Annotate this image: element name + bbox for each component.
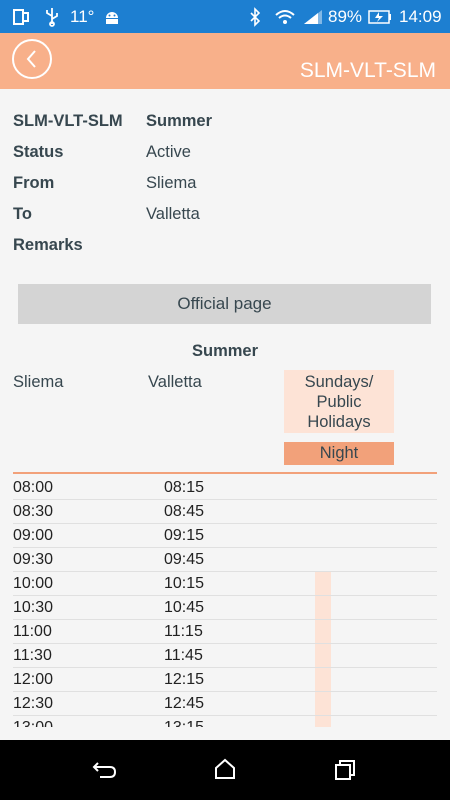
info-key-status: Status [13, 143, 64, 161]
arrival-time: 11:45 [164, 647, 203, 664]
sim-icon [12, 0, 30, 33]
app-bar: SLM-VLT-SLM [0, 33, 450, 89]
temperature-text: 11° [70, 6, 95, 26]
departure-time: 10:30 [13, 599, 54, 616]
arrival-time: 08:45 [164, 503, 205, 520]
arrival-time: 10:45 [164, 599, 205, 616]
home-icon[interactable] [213, 757, 237, 781]
arrival-time: 12:45 [164, 695, 205, 712]
official-page-button[interactable]: Official page [18, 284, 431, 324]
departure-time: 09:30 [13, 551, 54, 568]
departure-time: 12:30 [13, 695, 54, 712]
table-row: 09:30 09:45 [0, 548, 450, 572]
schedule-title: Summer [191, 342, 259, 360]
android-icon [103, 0, 121, 33]
arrival-time: 13:15 [164, 719, 204, 727]
sundays-label-line: Holidays [307, 412, 371, 431]
column-header-from: Sliema [13, 373, 64, 391]
battery-percent: 89% [328, 6, 363, 26]
clock-text: 14:09 [399, 6, 442, 26]
table-row: 08:00 08:15 [0, 476, 450, 500]
departure-time: 11:30 [13, 647, 52, 664]
schedule-divider [13, 472, 437, 474]
back-button[interactable] [12, 39, 52, 79]
info-key-to: To [13, 205, 32, 223]
arrival-time: 11:15 [164, 623, 203, 640]
table-row: 10:00 10:15 [0, 572, 450, 596]
table-row: 12:30 12:45 [0, 692, 450, 716]
info-key-route: SLM-VLT-SLM [13, 112, 123, 130]
recent-apps-icon[interactable] [333, 758, 357, 782]
navigation-bar [0, 740, 450, 800]
status-bar: 11° 89% 14:09 [0, 0, 450, 33]
info-key-remarks: Remarks [13, 236, 83, 254]
table-row: 08:30 08:45 [0, 500, 450, 524]
info-key-from: From [13, 174, 55, 192]
departure-time: 08:30 [13, 503, 54, 520]
timetable-list[interactable]: 08:00 08:15 08:30 08:45 09:00 09:15 09:30 09… [0, 476, 450, 727]
info-value-season: Summer [146, 112, 213, 130]
info-value-from: Sliema [146, 174, 197, 192]
info-value-status: Active [146, 143, 191, 161]
table-row: 10:30 10:45 [0, 596, 450, 620]
battery-charging-icon [368, 0, 392, 33]
bluetooth-icon [249, 0, 261, 33]
wifi-icon [274, 0, 296, 33]
info-value-to: Valletta [146, 205, 200, 223]
departure-time: 11:00 [13, 623, 52, 640]
departure-time: 12:00 [13, 671, 54, 688]
arrival-time: 12:15 [164, 671, 205, 688]
departure-time: 09:00 [13, 527, 54, 544]
sundays-holidays-header: Sundays/ Public Holidays [284, 370, 394, 433]
arrival-time: 09:15 [164, 527, 205, 544]
table-row: 09:00 09:15 [0, 524, 450, 548]
table-row: 11:00 11:15 [0, 620, 450, 644]
signal-icon [302, 0, 324, 33]
sundays-label-line: Public [316, 392, 362, 411]
arrival-time: 08:15 [164, 479, 205, 496]
table-row: 13:00 13:15 [0, 716, 450, 727]
sundays-label-line: Sundays/ [304, 372, 374, 391]
arrival-time: 10:15 [164, 575, 205, 592]
usb-icon [44, 0, 60, 33]
arrival-time: 09:45 [164, 551, 205, 568]
departure-time: 08:00 [13, 479, 54, 496]
chevron-left-icon [26, 50, 36, 68]
page-title: SLM-VLT-SLM [299, 59, 436, 82]
night-header: Night [284, 442, 394, 465]
back-nav-icon[interactable] [92, 758, 118, 782]
table-row: 12:00 12:15 [0, 668, 450, 692]
departure-time: 13:00 [13, 719, 53, 727]
table-row: 11:30 11:45 [0, 644, 450, 668]
column-header-to: Valletta [148, 373, 202, 391]
departure-time: 10:00 [13, 575, 54, 592]
